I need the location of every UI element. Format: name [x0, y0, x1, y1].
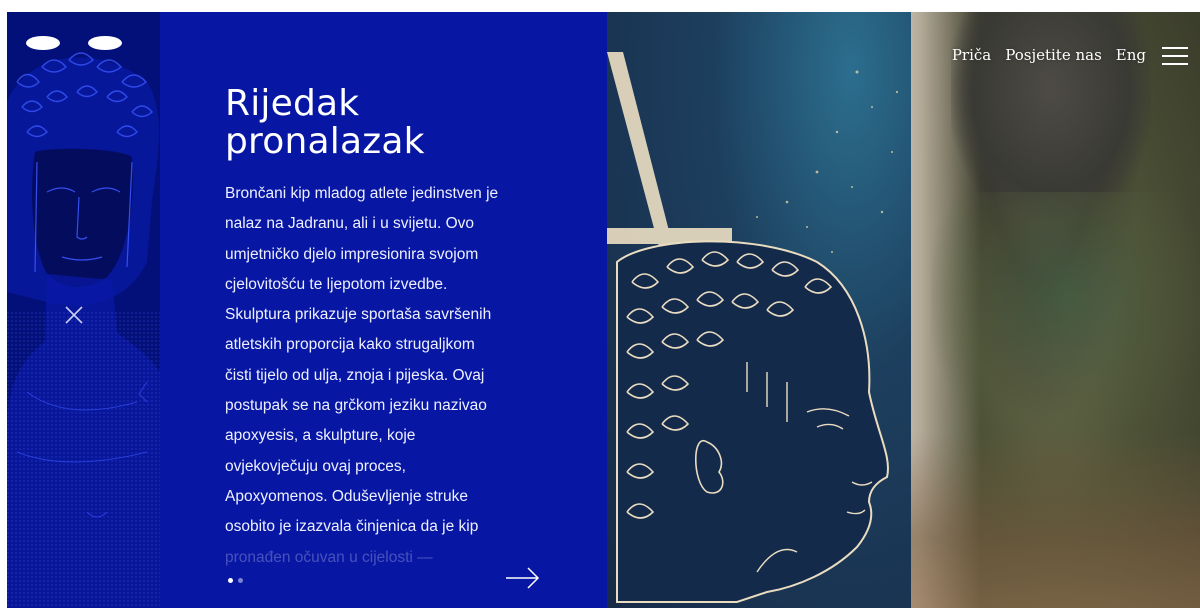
close-button[interactable]	[59, 300, 89, 330]
arrow-right-icon	[506, 567, 540, 589]
nav-item-eng[interactable]: Eng	[1116, 46, 1146, 64]
page-title: Rijedak pronalazak	[225, 85, 555, 161]
pagination-dot-active[interactable]	[228, 578, 233, 583]
pagination-dots	[228, 578, 243, 583]
story-panel: Rijedak pronalazak Brončani kip mladog a…	[160, 12, 607, 608]
bronze-statue-photo	[911, 12, 1200, 608]
body-line: apoxyesis, a skulpture, koje	[225, 427, 416, 445]
eyes-logo-icon[interactable]	[25, 34, 125, 52]
nav-item-posjetite-nas[interactable]: Posjetite nas	[1005, 46, 1102, 64]
body-line: cjelovitošću te ljepotom izvedbe.	[225, 275, 448, 293]
body-line-faded: pronađen očuvan u cijelosti —	[225, 548, 433, 566]
body-line: nalaz na Jadranu, ali i u svijetu. Ovo	[225, 215, 474, 233]
engraved-head-illustration	[607, 52, 899, 603]
story-text: Brončani kip mladog atlete jedinstven je…	[225, 179, 535, 579]
top-nav: Priča Posjetite nas Eng	[952, 46, 1146, 64]
pagination-dot[interactable]	[238, 578, 243, 583]
next-button[interactable]	[505, 566, 541, 590]
body-line: ovjekovječuju ovaj proces,	[225, 457, 406, 475]
nav-item-prica[interactable]: Priča	[952, 46, 991, 64]
body-line: umjetničko djelo impresionira svojom	[225, 245, 479, 263]
title-line-2: pronalazak	[225, 121, 425, 162]
hamburger-menu-icon[interactable]	[1162, 45, 1188, 67]
body-line: čisti tijelo od ulja, znoja i pijeska. O…	[225, 366, 485, 384]
page-stage: Rijedak pronalazak Brončani kip mladog a…	[7, 12, 1200, 608]
body-line: Skulptura prikazuje sportaša savršenih	[225, 306, 492, 324]
title-line-1: Rijedak	[225, 83, 360, 124]
close-icon	[65, 306, 83, 324]
body-line: atletskih proporcija kako strugaljkom	[225, 336, 475, 354]
engraved-head-poster	[607, 12, 911, 608]
body-line: Brončani kip mladog atlete jedinstven je	[225, 185, 499, 202]
body-line: osobito je izazvala činjenica da je kip	[225, 518, 479, 536]
body-line: Apoxyomenos. Oduševljenje struke	[225, 487, 468, 505]
body-line: postupak se na grčkom jeziku nazivao	[225, 397, 487, 415]
